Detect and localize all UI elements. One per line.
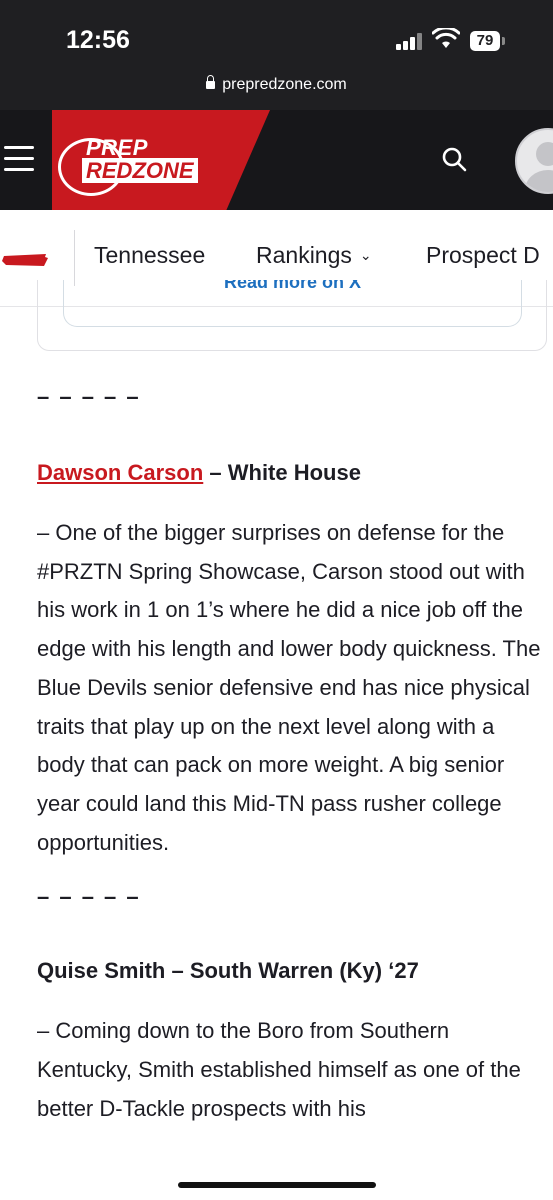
separator: – – – – – [37, 884, 141, 910]
nav-divider [74, 230, 75, 286]
site-header: PREP REDZONE [0, 110, 553, 210]
address-bar[interactable]: prepredzone.com [0, 75, 553, 94]
battery-tip [502, 37, 505, 45]
read-more-button[interactable]: Read more on X [63, 280, 522, 327]
lock-icon [206, 75, 216, 89]
menu-icon[interactable] [4, 146, 34, 172]
nav-item-prospect[interactable]: Prospect D [426, 242, 540, 269]
separator: – – – – – [37, 384, 141, 409]
player-description: – Coming down to the Boro from Southern … [37, 1018, 521, 1121]
player-school: – White House [209, 460, 361, 485]
clock: 12:56 [66, 26, 130, 54]
home-indicator[interactable] [178, 1182, 376, 1188]
status-bar: 12:56 79 prepredzone.com [0, 0, 553, 110]
player-description: – One of the bigger surprises on defense… [37, 520, 541, 855]
player-heading: Dawson Carson – White House [37, 460, 553, 486]
url-text: prepredzone.com [222, 76, 347, 93]
chevron-down-icon: ⌄ [359, 247, 372, 263]
logo-text-redzone[interactable]: REDZONE [82, 158, 198, 183]
tennessee-state-icon[interactable] [2, 253, 48, 267]
nav-item-label: Rankings [256, 242, 352, 268]
article-body: – – – – – Dawson Carson – White House – … [37, 384, 553, 1128]
read-more-link[interactable]: Read more on X [64, 280, 521, 293]
cellular-signal-icon [396, 32, 422, 50]
wifi-icon [432, 28, 460, 48]
battery-icon: 79 [470, 31, 500, 51]
player-heading: Quise Smith – South Warren (Ky) ‘27 [37, 958, 419, 984]
avatar[interactable] [515, 128, 553, 194]
nav-item-tennessee[interactable]: Tennessee [94, 242, 205, 269]
search-icon[interactable] [441, 146, 467, 172]
nav-item-rankings[interactable]: Rankings ⌄ [256, 242, 372, 269]
player-name-link[interactable]: Dawson Carson [37, 460, 203, 485]
